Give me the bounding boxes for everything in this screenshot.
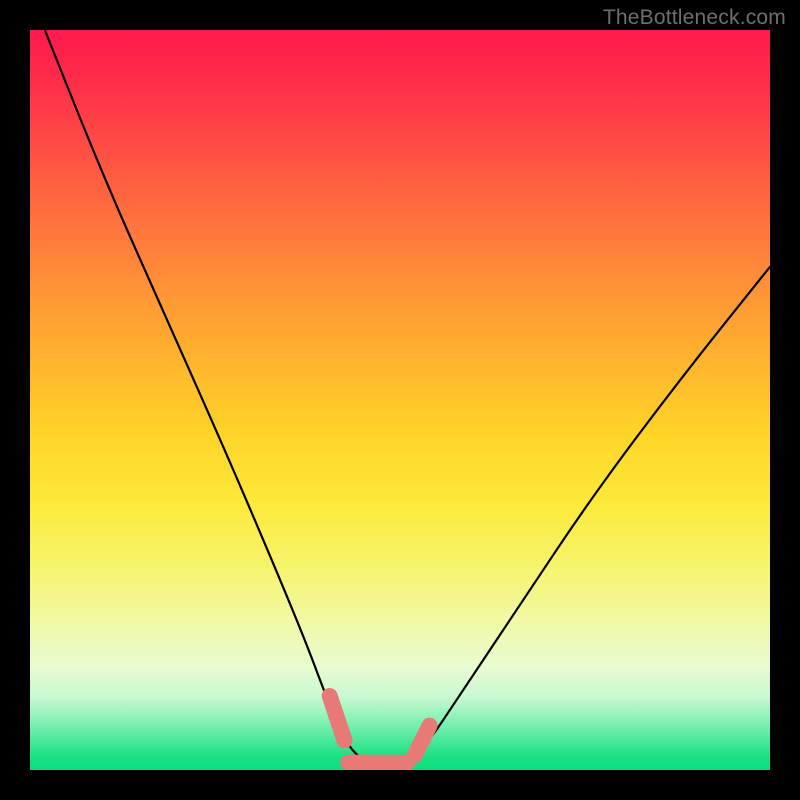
plot-area [30,30,770,770]
watermark-text: TheBottleneck.com [603,6,786,30]
valley-markers [330,696,430,763]
bottleneck-curve [45,30,770,763]
outer-frame: TheBottleneck.com [0,0,800,800]
chart-svg [30,30,770,770]
